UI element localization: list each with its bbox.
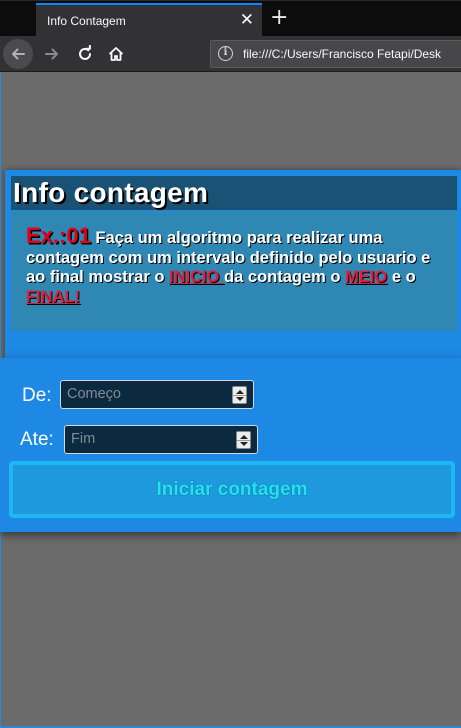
reload-icon[interactable] [70, 39, 100, 69]
new-tab-icon[interactable]: + [270, 5, 288, 30]
counting-form: De: Começo Ate: Fim Iniciar contagem [0, 358, 461, 532]
end-number-input[interactable]: Fim [64, 425, 258, 454]
spin-up-icon[interactable] [240, 435, 248, 439]
description-text-2: da contagem o [224, 268, 346, 286]
spin-down-icon[interactable] [236, 397, 244, 401]
url-text: file:///C:/Users/Francisco Fetapi/Desk [243, 47, 442, 61]
browser-tab[interactable]: Info Contagem ✕ [36, 3, 262, 37]
spin-down-icon[interactable] [240, 442, 248, 446]
tab-title: Info Contagem [47, 14, 126, 28]
exercise-number: Ex.:01 [26, 223, 91, 248]
exercise-description: Ex.:01 Faça um algoritmo para realizar u… [26, 223, 451, 307]
info-card: Info contagem Ex.:01 Faça um algoritmo p… [5, 170, 461, 358]
end-placeholder: Fim [71, 431, 96, 447]
back-arrow-icon[interactable] [3, 39, 33, 69]
home-icon[interactable] [101, 39, 131, 69]
close-tab-icon[interactable]: ✕ [240, 10, 254, 30]
exercise-description-box: Ex.:01 Faça um algoritmo para realizar u… [11, 211, 457, 331]
page-title: Info contagem [11, 176, 457, 210]
description-text-3: e o [387, 268, 416, 286]
start-spinner-icon[interactable] [232, 386, 247, 404]
forward-arrow-icon[interactable] [37, 39, 67, 69]
start-placeholder: Começo [67, 386, 121, 402]
highlight-final: FINAL! [26, 287, 81, 306]
info-icon[interactable]: i [218, 46, 233, 61]
ate-label: Ate: [20, 429, 54, 450]
spin-up-icon[interactable] [236, 390, 244, 394]
spinner-divider [237, 440, 250, 441]
browser-navigation-bar: i file:///C:/Users/Francisco Fetapi/Desk [0, 36, 461, 72]
highlight-meio: MEIO [345, 268, 388, 286]
browser-tab-bar: Info Contagem ✕ + [0, 0, 461, 37]
address-bar[interactable]: i file:///C:/Users/Francisco Fetapi/Desk [210, 40, 461, 68]
de-label: De: [22, 385, 52, 406]
spinner-divider [233, 395, 246, 396]
start-count-button[interactable]: Iniciar contagem [9, 461, 455, 518]
end-spinner-icon[interactable] [236, 431, 251, 449]
highlight-inicio: INICIO [169, 268, 225, 286]
start-number-input[interactable]: Começo [60, 380, 254, 409]
